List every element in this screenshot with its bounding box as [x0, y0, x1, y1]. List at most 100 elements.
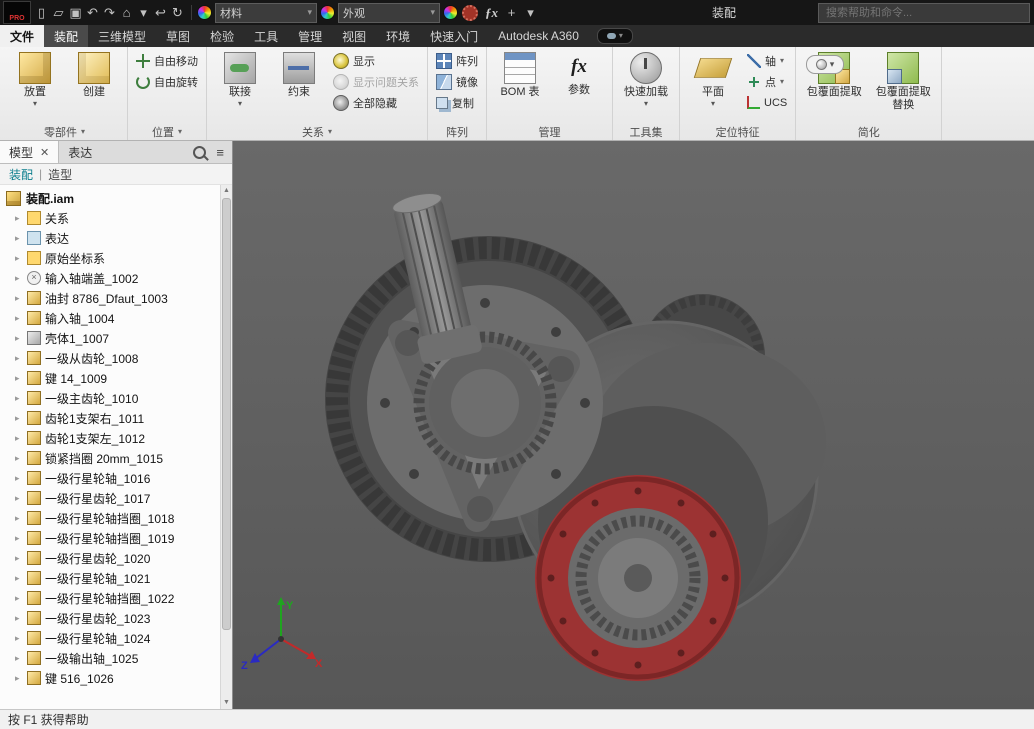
settings-gear-icon[interactable]	[462, 5, 478, 21]
save-icon[interactable]: ▣	[67, 3, 84, 23]
scroll-down-icon[interactable]: ▼	[223, 697, 230, 709]
tree-item[interactable]: ▸ 一级行星齿轮_1017	[0, 488, 232, 508]
expand-chevron-icon[interactable]: ▸	[15, 473, 23, 484]
tree-item[interactable]: ▸ 键 516_1026	[0, 668, 232, 688]
expand-chevron-icon[interactable]: ▸	[15, 633, 23, 644]
point-button[interactable]: 点 ▾	[744, 72, 790, 91]
a360-cloud-button[interactable]: ▾	[597, 28, 633, 44]
tree-item[interactable]: ▸ 一级行星轮轴_1024	[0, 628, 232, 648]
panel-label-position[interactable]: 位置▾	[131, 123, 203, 140]
expand-chevron-icon[interactable]: ▸	[15, 653, 23, 664]
expand-chevron-icon[interactable]: ▸	[15, 513, 23, 524]
expand-chevron-icon[interactable]: ▸	[15, 493, 23, 504]
parameters-fx-icon[interactable]: ƒx	[482, 5, 501, 21]
ribbon-options-button[interactable]: ▾	[806, 55, 844, 74]
ribbon-tab[interactable]: Autodesk A360	[488, 25, 589, 47]
free-move-button[interactable]: 自由移动	[133, 51, 201, 70]
expand-chevron-icon[interactable]: ▸	[15, 533, 23, 544]
panel-label-work-features[interactable]: 定位特征	[683, 123, 792, 140]
tree-item[interactable]: ▸ 一级主齿轮_1010	[0, 388, 232, 408]
create-button[interactable]: 创建	[66, 51, 122, 100]
expand-chevron-icon[interactable]: ▸	[15, 613, 23, 624]
tree-item[interactable]: ▸ 齿轮1支架右_1011	[0, 408, 232, 428]
expand-chevron-icon[interactable]: ▸	[15, 673, 23, 684]
appearance-combo[interactable]: 外观 ▾	[338, 3, 440, 23]
panel-label-simplify[interactable]: 简化	[799, 123, 938, 140]
toolbar-menu-arrow-icon[interactable]: ▾	[522, 3, 539, 23]
expand-chevron-icon[interactable]: ▸	[15, 413, 23, 424]
root-node[interactable]: 装配.iam	[0, 188, 232, 208]
tree-item[interactable]: ▸ 输入轴_1004	[0, 308, 232, 328]
search-icon[interactable]	[193, 146, 206, 159]
axis-button[interactable]: 轴 ▾	[744, 51, 790, 70]
hide-all-button[interactable]: 全部隐藏	[330, 93, 422, 112]
ribbon-tab[interactable]: 检验	[200, 25, 244, 47]
shrinkwrap-substitute-button[interactable]: 包覆面提取替换	[870, 51, 936, 112]
joint-button[interactable]: 联接 ▾	[212, 51, 268, 107]
undo-icon[interactable]: ↶	[84, 3, 101, 23]
panel-label-components[interactable]: 零部件▾	[5, 123, 124, 140]
expand-chevron-icon[interactable]: ▸	[15, 573, 23, 584]
home-icon[interactable]: ⌂	[118, 3, 135, 23]
panel-label-manage[interactable]: 管理	[490, 123, 609, 140]
ribbon-tab[interactable]: 环境	[376, 25, 420, 47]
plane-button[interactable]: 平面 ▾	[685, 51, 741, 107]
tree-item[interactable]: ▸ 一级行星轮轴_1016	[0, 468, 232, 488]
select-dropdown-icon[interactable]: ▾	[135, 3, 152, 23]
expand-chevron-icon[interactable]: ▸	[15, 313, 23, 324]
ucs-button[interactable]: UCS	[744, 93, 790, 112]
tree-item[interactable]: ▸ 一级行星齿轮_1020	[0, 548, 232, 568]
parameters-button[interactable]: fx 参数	[551, 51, 607, 98]
tree-item[interactable]: ▸ 油封 8786_Dfaut_1003	[0, 288, 232, 308]
expand-chevron-icon[interactable]: ▸	[15, 213, 23, 224]
ribbon-tab[interactable]: 草图	[156, 25, 200, 47]
quick-load-button[interactable]: 快速加载 ▾	[618, 51, 674, 107]
ribbon-tab[interactable]: 三维模型	[88, 25, 156, 47]
panel-label-pattern[interactable]: 阵列	[431, 123, 483, 140]
panel-label-relationships[interactable]: 关系▾	[210, 123, 424, 140]
tree-item[interactable]: ▸ 表达	[0, 228, 232, 248]
tree-item[interactable]: ▸ 壳体1_1007	[0, 328, 232, 348]
expand-chevron-icon[interactable]: ▸	[15, 433, 23, 444]
expand-chevron-icon[interactable]: ▸	[15, 253, 23, 264]
ribbon-tab[interactable]: 工具	[244, 25, 288, 47]
material-combo[interactable]: 材料 ▾	[215, 3, 317, 23]
tree-item[interactable]: ▸ 一级行星轮轴挡圈_1022	[0, 588, 232, 608]
expand-chevron-icon[interactable]: ▸	[15, 273, 23, 284]
expand-chevron-icon[interactable]: ▸	[15, 353, 23, 364]
tree-item[interactable]: ▸ 齿轮1支架左_1012	[0, 428, 232, 448]
copy-button[interactable]: 复制	[433, 93, 481, 112]
expand-chevron-icon[interactable]: ▸	[15, 553, 23, 564]
expand-chevron-icon[interactable]: ▸	[15, 373, 23, 384]
new-file-icon[interactable]: ▯	[33, 3, 50, 23]
bom-button[interactable]: BOM 表	[492, 51, 548, 100]
show-button[interactable]: 显示	[330, 51, 422, 70]
open-icon[interactable]: ▱	[50, 3, 67, 23]
assembly-subtab[interactable]: 装配	[9, 166, 33, 183]
expand-chevron-icon[interactable]: ▸	[15, 593, 23, 604]
adjust-sphere-icon[interactable]	[443, 5, 458, 20]
free-rotate-button[interactable]: 自由旋转	[133, 72, 201, 91]
tree-item[interactable]: ▸ 一级行星轮轴_1021	[0, 568, 232, 588]
3d-viewport[interactable]: Y X Z	[233, 141, 1034, 709]
pattern-button[interactable]: 阵列	[433, 51, 481, 70]
update-icon[interactable]: ↻	[169, 3, 186, 23]
ribbon-tab[interactable]: 快速入门	[420, 25, 488, 47]
expand-chevron-icon[interactable]: ▸	[15, 453, 23, 464]
tree-item[interactable]: ▸ 输入轴端盖_1002	[0, 268, 232, 288]
plus-icon[interactable]: +	[503, 3, 520, 23]
scroll-up-icon[interactable]: ▲	[223, 185, 230, 197]
menu-icon[interactable]: ≡	[216, 146, 224, 159]
ribbon-tab[interactable]: 装配	[44, 25, 88, 47]
tree-item[interactable]: ▸ 一级行星轮轴挡圈_1019	[0, 528, 232, 548]
express-tab[interactable]: 表达	[59, 141, 101, 163]
tree-item[interactable]: ▸ 一级行星齿轮_1023	[0, 608, 232, 628]
tree-item[interactable]: ▸ 一级输出轴_1025	[0, 648, 232, 668]
mirror-button[interactable]: 镜像	[433, 72, 481, 91]
modeling-subtab[interactable]: 造型	[48, 166, 72, 183]
tree-item[interactable]: ▸ 一级从齿轮_1008	[0, 348, 232, 368]
tree-item[interactable]: ▸ 关系	[0, 208, 232, 228]
tree-item[interactable]: ▸ 一级行星轮轴挡圈_1018	[0, 508, 232, 528]
return-icon[interactable]: ↩	[152, 3, 169, 23]
ribbon-tab[interactable]: 文件	[0, 25, 44, 47]
